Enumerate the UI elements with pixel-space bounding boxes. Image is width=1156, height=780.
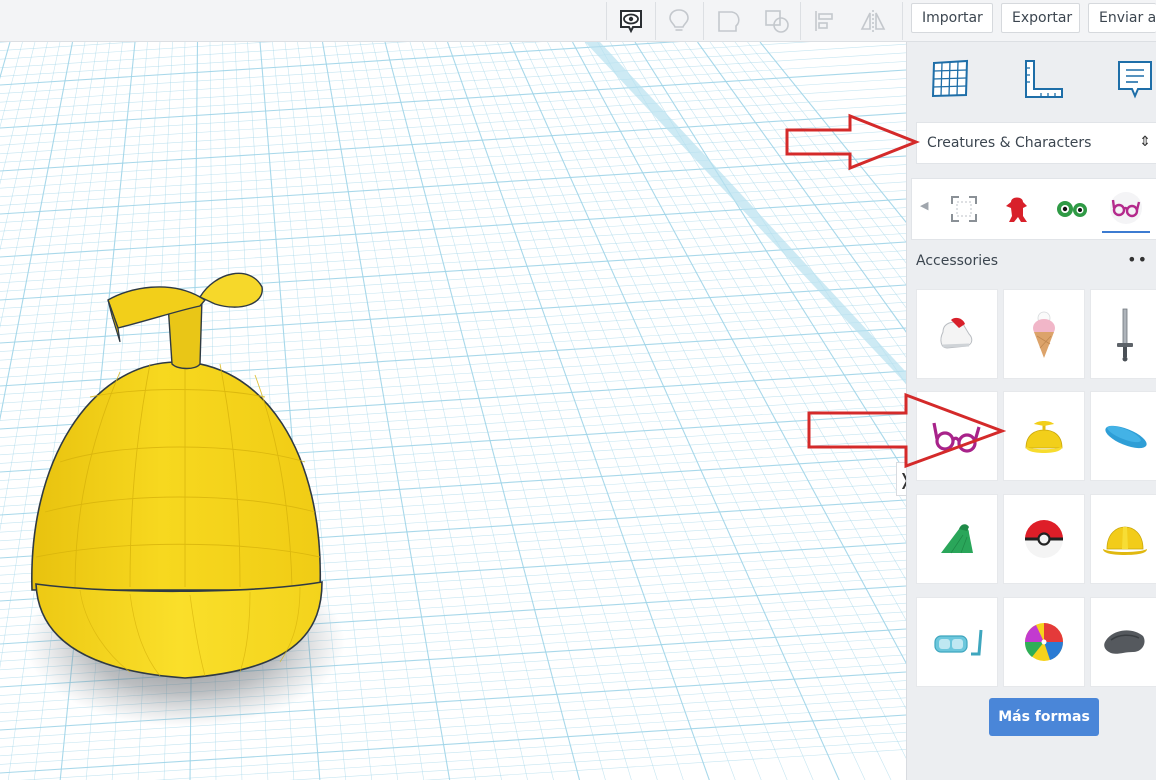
- mirror-icon[interactable]: [856, 4, 890, 38]
- flipper-shape[interactable]: [916, 494, 998, 584]
- all-shapes-icon[interactable]: [940, 185, 988, 233]
- grid-line: [422, 42, 658, 780]
- eye-icon[interactable]: [614, 4, 648, 38]
- ruler-icon[interactable]: [1020, 56, 1066, 102]
- grid-line: [409, 42, 632, 780]
- grid-line: [288, 740, 906, 780]
- grid-line: [484, 42, 788, 780]
- grid-line: [0, 233, 906, 292]
- grid-line: [0, 164, 906, 223]
- propeller-hat-shape[interactable]: [1003, 391, 1085, 481]
- align-icon[interactable]: [808, 4, 842, 38]
- lightbulb-icon[interactable]: [662, 4, 696, 38]
- grid-line: [321, 42, 451, 780]
- creature-icon[interactable]: [994, 185, 1042, 233]
- grid-line: [0, 104, 906, 163]
- annotation-arrow-dropdown: [785, 113, 920, 171]
- section-title: Accessories: [916, 253, 999, 269]
- grid-line: [0, 52, 906, 112]
- toolbar-divider: [703, 2, 704, 40]
- more-options-icon[interactable]: ••: [1127, 250, 1148, 269]
- workplane[interactable]: [0, 42, 906, 780]
- workplane-grid: [0, 42, 906, 780]
- glasses-icon[interactable]: [1102, 185, 1150, 233]
- grid-line: [0, 121, 906, 180]
- ungroup-icon[interactable]: [760, 4, 794, 38]
- grid-line: [0, 714, 906, 774]
- grid-line: [397, 42, 606, 780]
- export-button[interactable]: Exportar: [1001, 3, 1080, 33]
- sword-shape[interactable]: [1090, 289, 1156, 379]
- grid-line: [0, 147, 906, 206]
- beach-ball-shape[interactable]: [1003, 597, 1085, 687]
- toolbar-divider: [902, 2, 903, 40]
- grid-line: [334, 42, 476, 780]
- toolbar-divider: [800, 2, 801, 40]
- grid-line: [0, 138, 906, 198]
- grid-line: [0, 78, 906, 137]
- send-to-button[interactable]: Enviar a: [1088, 3, 1156, 33]
- import-button[interactable]: Importar: [911, 3, 993, 33]
- dropdown-arrow-icon: ⇕: [1139, 134, 1151, 150]
- sneaker-shape[interactable]: [916, 289, 998, 379]
- more-shapes-button[interactable]: Más formas: [989, 698, 1099, 736]
- beret-shape[interactable]: [1090, 391, 1156, 481]
- grid-line: [0, 319, 906, 378]
- grid-line: [0, 69, 906, 129]
- grid-line: [0, 61, 906, 120]
- category-dropdown-value: Creatures & Characters: [927, 135, 1092, 151]
- toolbar-divider: [606, 2, 607, 40]
- subcategory-strip: ◀: [911, 178, 1156, 240]
- annotation-arrow-propeller-hat: [807, 392, 1006, 469]
- group-icon[interactable]: [712, 4, 746, 38]
- grid-line: [372, 42, 554, 780]
- grid-line: [0, 215, 906, 275]
- grid-line: [0, 43, 906, 103]
- hard-hat-shape[interactable]: [1090, 494, 1156, 584]
- grid-line: [446, 42, 710, 780]
- top-toolbar: Importar Exportar Enviar a: [0, 0, 1156, 42]
- pokeball-shape[interactable]: [1003, 494, 1085, 584]
- grid-icon[interactable]: [927, 56, 973, 102]
- scroll-left-icon[interactable]: ◀: [920, 199, 928, 212]
- grid-line: [359, 42, 528, 780]
- pirate-hat-shape[interactable]: [1090, 597, 1156, 687]
- grid-line: [0, 129, 906, 189]
- toolbar-divider: [655, 2, 656, 40]
- notes-icon[interactable]: [1112, 56, 1156, 102]
- category-dropdown[interactable]: Creatures & Characters ⇕: [916, 122, 1156, 164]
- grid-line: [0, 42, 140, 51]
- eyes-icon[interactable]: [1048, 185, 1096, 233]
- grid-line: [20, 723, 906, 780]
- snorkel-mask-shape[interactable]: [916, 597, 998, 687]
- grid-line: [0, 95, 906, 155]
- ice-cream-shape[interactable]: [1003, 289, 1085, 379]
